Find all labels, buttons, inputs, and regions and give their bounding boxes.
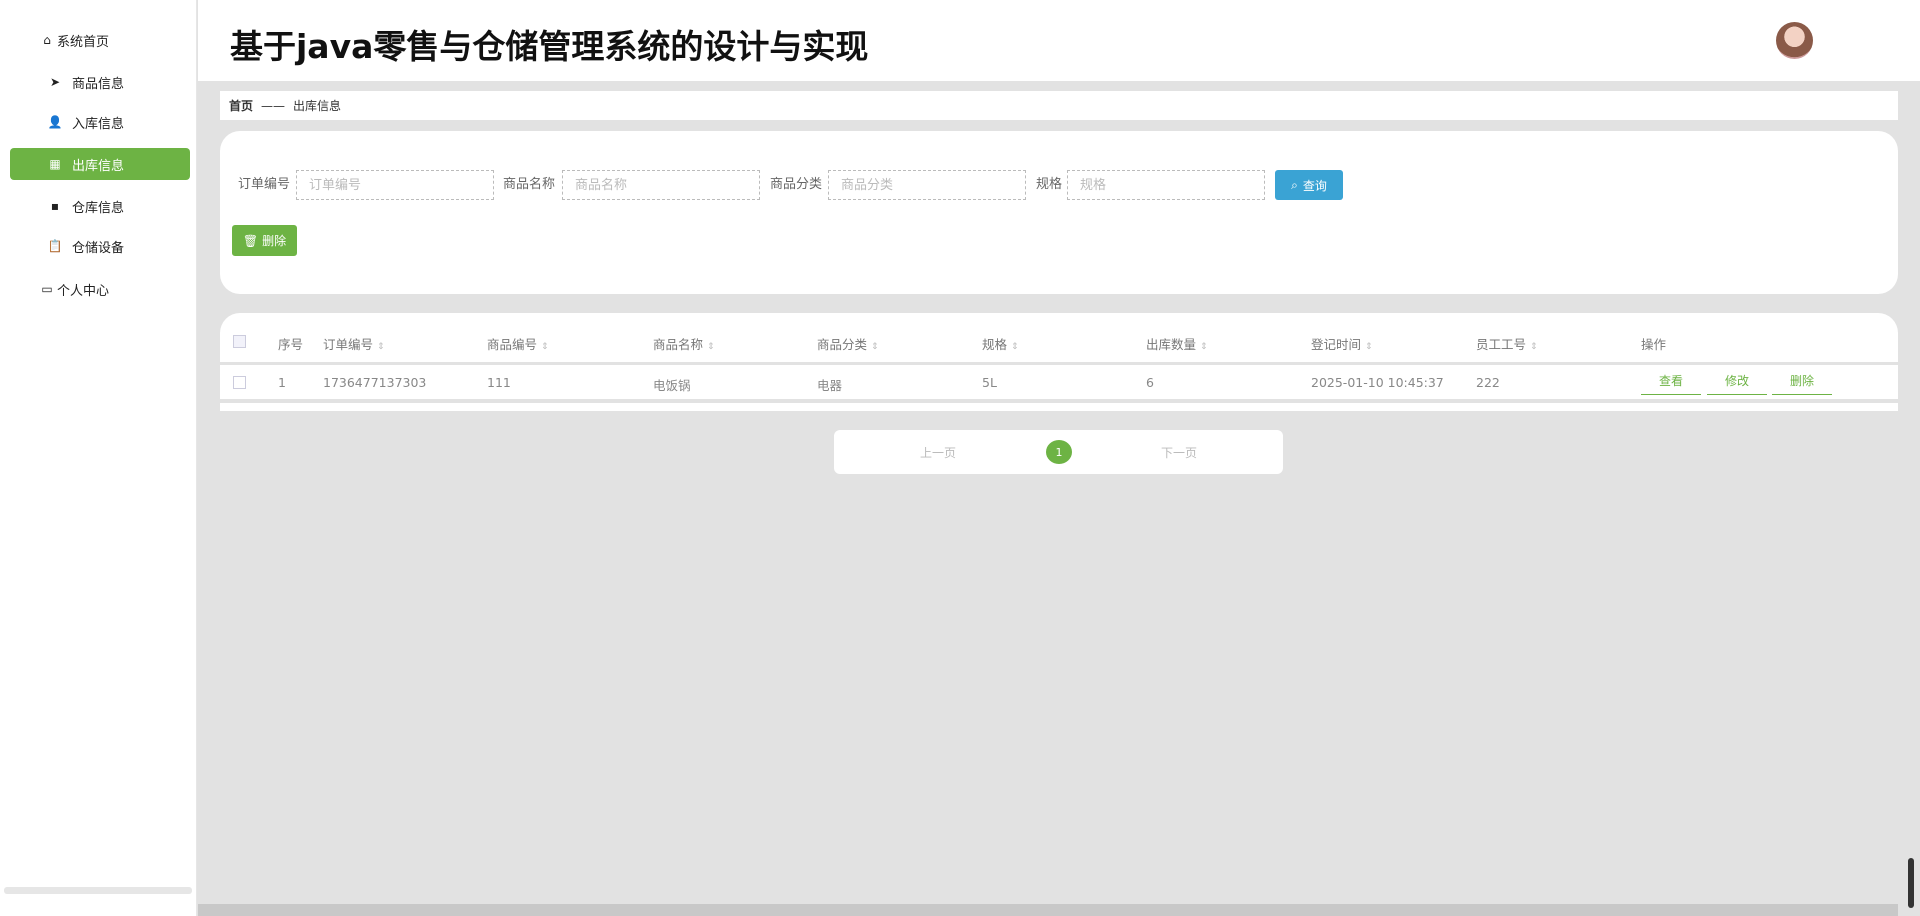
cell-product-name: 电饭锅	[653, 378, 691, 393]
column-header-employee[interactable]: 员工工号 ⇕	[1476, 334, 1538, 353]
prev-page-button[interactable]: 上一页	[920, 444, 956, 461]
cell-quantity: 6	[1146, 375, 1154, 390]
cell-employee: 222	[1476, 375, 1500, 390]
user-icon: 👤	[47, 115, 63, 129]
breadcrumb: 首页 —— 出库信息	[220, 91, 1898, 120]
divider	[220, 399, 1898, 403]
breadcrumb-home[interactable]: 首页	[229, 97, 253, 114]
spec-input[interactable]	[1067, 170, 1265, 200]
product-name-input[interactable]	[562, 170, 760, 200]
clipboard-icon: 📋	[47, 239, 63, 253]
column-header-category[interactable]: 商品分类 ⇕	[817, 334, 879, 353]
sidebar-item-warehouse[interactable]: ▪ 仓库信息	[10, 190, 190, 222]
sort-icon: ⇕	[871, 342, 879, 352]
query-button[interactable]: ⌕ 查询	[1275, 170, 1343, 200]
sidebar: ⌂ 系统首页 ➤ 商品信息 👤 入库信息 ▦ 出库信息 ▪ 仓库信息 📋 仓储设备 ▭ 个人中…	[0, 0, 197, 916]
pagination: 上一页 1 下一页	[834, 430, 1283, 474]
wallet-icon: ▭	[41, 282, 53, 296]
sidebar-item-inbound[interactable]: 👤 入库信息	[10, 106, 190, 138]
view-button[interactable]: 查看	[1641, 367, 1701, 395]
sort-icon: ⇕	[1365, 342, 1373, 352]
page-1-button[interactable]: 1	[1046, 440, 1072, 464]
category-label: 商品分类	[770, 177, 823, 192]
column-header-quantity[interactable]: 出库数量 ⇕	[1146, 334, 1208, 353]
sort-icon: ⇕	[1011, 342, 1019, 352]
sidebar-item-equipment[interactable]: 📋 仓储设备	[10, 230, 190, 262]
sidebar-item-home[interactable]: ⌂ 系统首页	[10, 24, 190, 56]
category-input[interactable]	[828, 170, 1026, 200]
next-page-button[interactable]: 下一页	[1161, 444, 1197, 461]
sidebar-item-products[interactable]: ➤ 商品信息	[10, 66, 190, 98]
apps-icon: ▪	[50, 199, 60, 213]
search-card	[220, 131, 1898, 294]
sidebar-scrollbar[interactable]	[4, 887, 192, 894]
row-delete-button[interactable]: 删除	[1772, 367, 1832, 395]
home-icon: ⌂	[43, 33, 51, 47]
order-no-label: 订单编号	[238, 177, 291, 192]
horizontal-scrollbar[interactable]	[198, 904, 1898, 916]
row-checkbox[interactable]	[233, 376, 246, 389]
send-icon: ➤	[49, 75, 61, 89]
cell-product-no: 111	[487, 375, 511, 390]
sort-icon: ⇕	[541, 342, 549, 352]
column-header-product-no[interactable]: 商品编号 ⇕	[487, 334, 549, 353]
sort-icon: ⇕	[707, 342, 715, 352]
column-header-time[interactable]: 登记时间 ⇕	[1311, 334, 1373, 353]
sort-icon: ⇕	[1530, 342, 1538, 352]
sort-icon: ⇕	[1200, 342, 1208, 352]
order-no-input[interactable]	[296, 170, 494, 200]
edit-button[interactable]: 修改	[1707, 367, 1767, 395]
column-header-spec[interactable]: 规格 ⇕	[982, 334, 1019, 353]
column-header-actions: 操作	[1641, 337, 1667, 352]
avatar[interactable]	[1776, 22, 1813, 59]
cell-spec: 5L	[982, 375, 997, 390]
column-header-order-no[interactable]: 订单编号 ⇕	[323, 334, 385, 353]
divider	[220, 362, 1898, 365]
column-header-product-name[interactable]: 商品名称 ⇕	[653, 334, 715, 353]
vertical-scrollbar[interactable]	[1908, 858, 1914, 908]
column-header-index: 序号	[278, 337, 304, 352]
sort-icon: ⇕	[377, 342, 385, 352]
breadcrumb-separator: ——	[261, 98, 286, 113]
spec-label: 规格	[1036, 177, 1063, 192]
cell-category: 电器	[817, 378, 843, 393]
select-all-checkbox[interactable]	[233, 335, 246, 348]
grid-icon: ▦	[49, 157, 61, 171]
trash-icon: 🗑	[242, 233, 259, 248]
search-icon: ⌕	[1291, 177, 1298, 192]
cell-index: 1	[278, 375, 286, 390]
sidebar-item-outbound[interactable]: ▦ 出库信息	[10, 148, 190, 180]
product-name-label: 商品名称	[503, 177, 556, 192]
cell-order-no: 1736477137303	[323, 375, 427, 390]
sidebar-item-profile[interactable]: ▭ 个人中心	[10, 273, 190, 305]
page-title: 基于java零售与仓储管理系统的设计与实现	[230, 27, 869, 66]
header: 基于java零售与仓储管理系统的设计与实现	[198, 0, 1920, 81]
breadcrumb-current: 出库信息	[293, 99, 342, 113]
delete-button[interactable]: 🗑 删除	[232, 225, 297, 256]
cell-time: 2025-01-10 10:45:37	[1311, 375, 1444, 390]
